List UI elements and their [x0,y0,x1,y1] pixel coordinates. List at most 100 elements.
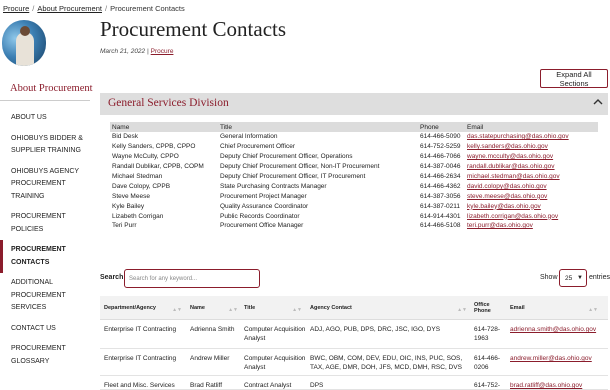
sidebar-item-contacts[interactable]: PROCUREMENT CONTACTS [0,240,95,273]
gsd-name: Steve Meese [112,192,150,200]
sort-icon: ▲▼ [172,306,182,313]
gsd-col-name: Name [112,123,130,131]
gsd-row: Lizabeth Corrigan Public Records Coordina… [110,211,598,221]
col-name[interactable]: Name ▲▼ [186,305,242,313]
sidebar-item-policies[interactable]: PROCUREMENT POLICIES [0,207,95,240]
col-agency-contact[interactable]: Agency Contact ▲▼ [306,304,471,313]
cell-email-link[interactable]: brad.ratliff@das.ohio.gov [506,376,602,390]
cell-email-link[interactable]: adrienna.smith@das.ohio.gov [506,320,602,335]
cell-office-phone: 614-752- [474,382,501,389]
gsd-phone: 614-466-5108 [420,222,461,230]
gsd-name: Bid Desk [112,133,139,141]
cell-email-link[interactable]: andrew.miller@das.ohio.gov [506,349,602,364]
chevron-up-icon[interactable] [592,96,604,108]
search-input[interactable]: Search for any keyword... [124,269,260,288]
page-date: March 21, 2022 | Procure [100,48,173,55]
table-row: Enterprise IT Contracting Adrienna Smith… [100,320,608,349]
gsd-email-link[interactable]: michael.stedman@das.ohio.gov [467,173,598,180]
cell-office-phone: 614-728-1963 [474,326,501,342]
gsd-name: Kyle Bailey [112,202,145,210]
gsd-col-email: Email [467,123,484,131]
page-title: Procurement Contacts [100,17,287,41]
gsd-name: Dave Colopy, CPPB [112,182,171,190]
cell-department: Fleet and Misc. Services [104,382,175,389]
breadcrumb-separator: / [32,4,35,13]
table-row: Fleet and Misc. Services Brad Ratliff Co… [100,376,608,390]
gsd-name: Lizabeth Corrigan [112,212,164,220]
sidebar-item-additional-services[interactable]: ADDITIONAL PROCUREMENT SERVICES [0,273,95,319]
gsd-row: Bid Desk General Information 614-466-5090 d… [110,132,598,142]
gsd-row: Dave Colopy, CPPB State Purchasing Contra… [110,181,598,191]
sidebar-item-about-us[interactable]: ABOUT US [0,108,95,129]
col-title-label: Title [244,304,256,311]
col-department-label: Department/Agency [104,304,156,311]
gsd-email-link[interactable]: david.colopy@das.ohio.gov [467,183,598,190]
gsd-col-title: Title [220,123,233,131]
data-table-header: Department/Agency ▲▼ Name ▲▼ Title ▲▼ Agenc… [100,296,608,320]
date-procure-link[interactable]: Procure [151,48,174,55]
col-title[interactable]: Title ▲▼ [242,304,306,313]
gsd-phone: 614-387-0046 [420,163,461,171]
gsd-row: Steve Meese Procurement Project Manager 61… [110,191,598,201]
chevron-down-icon: ▼ [577,275,583,281]
gsd-title-cell: Procurement Project Manager [220,192,307,200]
gsd-email-link[interactable]: kyle.bailey@das.ohio.gov [467,203,598,210]
col-office-phone-label: Office Phone [474,301,491,314]
cell-agency-contact: DPS [310,382,324,389]
gsd-phone: 614-466-2634 [420,173,461,180]
hero-person [16,32,34,66]
sort-icon: ▲▼ [228,306,238,313]
gsd-email-link[interactable]: lizabeth.corrigan@das.ohio.gov [467,213,598,220]
sidebar-divider [0,100,90,101]
breadcrumb-about-procurement[interactable]: About Procurement [37,4,102,13]
col-email[interactable]: Email ▲▼ [506,305,602,313]
sort-icon: ▲▼ [457,306,467,313]
gsd-name: Randall Dublikar, CPPB, COPM [112,163,204,171]
sidebar-item-glossary[interactable]: PROCUREMENT GLOSSARY [0,339,95,372]
table-row: Enterprise IT Contracting Andrew Miller … [100,349,608,376]
gsd-email-link[interactable]: teri.purr@das.ohio.gov [467,222,598,229]
gsd-email-link[interactable]: randall.dublikar@das.ohio.gov [467,163,598,170]
search-label: Search: [100,274,126,281]
cell-department: Enterprise IT Contracting [104,355,177,362]
cell-office-phone: 614-466-0206 [474,355,501,371]
entries-select[interactable]: 25 ▼ [559,269,587,287]
cell-name: Andrew Miller [190,355,230,362]
gsd-phone: 614-752-5259 [420,143,461,151]
gsd-phone: 614-466-7066 [420,153,461,161]
col-department[interactable]: Department/Agency ▲▼ [100,304,186,313]
gsd-name: Wayne McCulty, CPPO [112,153,179,161]
entries-label: entries [589,274,610,281]
gsd-title-cell: Chief Procurement Officer [220,143,296,151]
gsd-email-link[interactable]: wayne.mcculty@das.ohio.gov [467,153,598,160]
sidebar-item-contact-us[interactable]: CONTACT US [0,319,95,340]
sidebar-item-agency-training[interactable]: OHIOBUYS AGENCY PROCUREMENT TRAINING [0,162,95,208]
gsd-title-cell: Deputy Chief Procurement Officer, Operat… [220,153,353,161]
breadcrumb-procure[interactable]: Procure [3,4,29,13]
sidebar-item-bidder-training[interactable]: OHIOBUYS BIDDER & SUPPLIER TRAINING [0,129,95,162]
gsd-title-cell: Deputy Chief Procurement Officer, IT Pro… [220,173,366,180]
col-office-phone[interactable]: Office Phone [471,302,506,314]
date-text: March 21, 2022 | [100,48,149,55]
expand-all-button[interactable]: Expand All Sections [540,69,608,88]
gsd-email-link[interactable]: das.statepurchasing@das.ohio.gov [467,133,598,140]
gsd-title-cell: State Purchasing Contracts Manager [220,182,327,190]
gsd-table-header: Name Title Phone Email [110,122,598,132]
gsd-row: Michael Stedman Deputy Chief Procurement … [110,172,598,182]
breadcrumb: Procure / About Procurement / Procurement Co… [3,4,185,13]
col-agency-contact-label: Agency Contact [310,304,352,311]
cell-agency-contact: BWC, OBM, COM, DEV, EDU, OIC, INS, PUC, … [310,355,463,371]
gsd-contacts-table: Name Title Phone Email Bid Desk General I… [110,122,598,231]
hero-image [2,20,46,66]
show-label: Show [540,274,558,281]
cell-name: Adrienna Smith [190,326,235,333]
gsd-phone: 614-387-0211 [420,202,460,210]
cell-title: Computer Acquisition Analyst [244,326,306,342]
cell-department: Enterprise IT Contracting [104,326,177,333]
gsd-accordion-header[interactable]: General Services Division [100,93,608,115]
gsd-email-link[interactable]: kelly.sanders@das.ohio.gov [467,143,598,150]
gsd-phone: 614-914-4301 [420,212,461,220]
gsd-name: Kelly Sanders, CPPB, CPPO [112,143,196,151]
gsd-email-link[interactable]: steve.meese@das.ohio.gov [467,193,598,200]
cell-name: Brad Ratliff [190,382,223,389]
